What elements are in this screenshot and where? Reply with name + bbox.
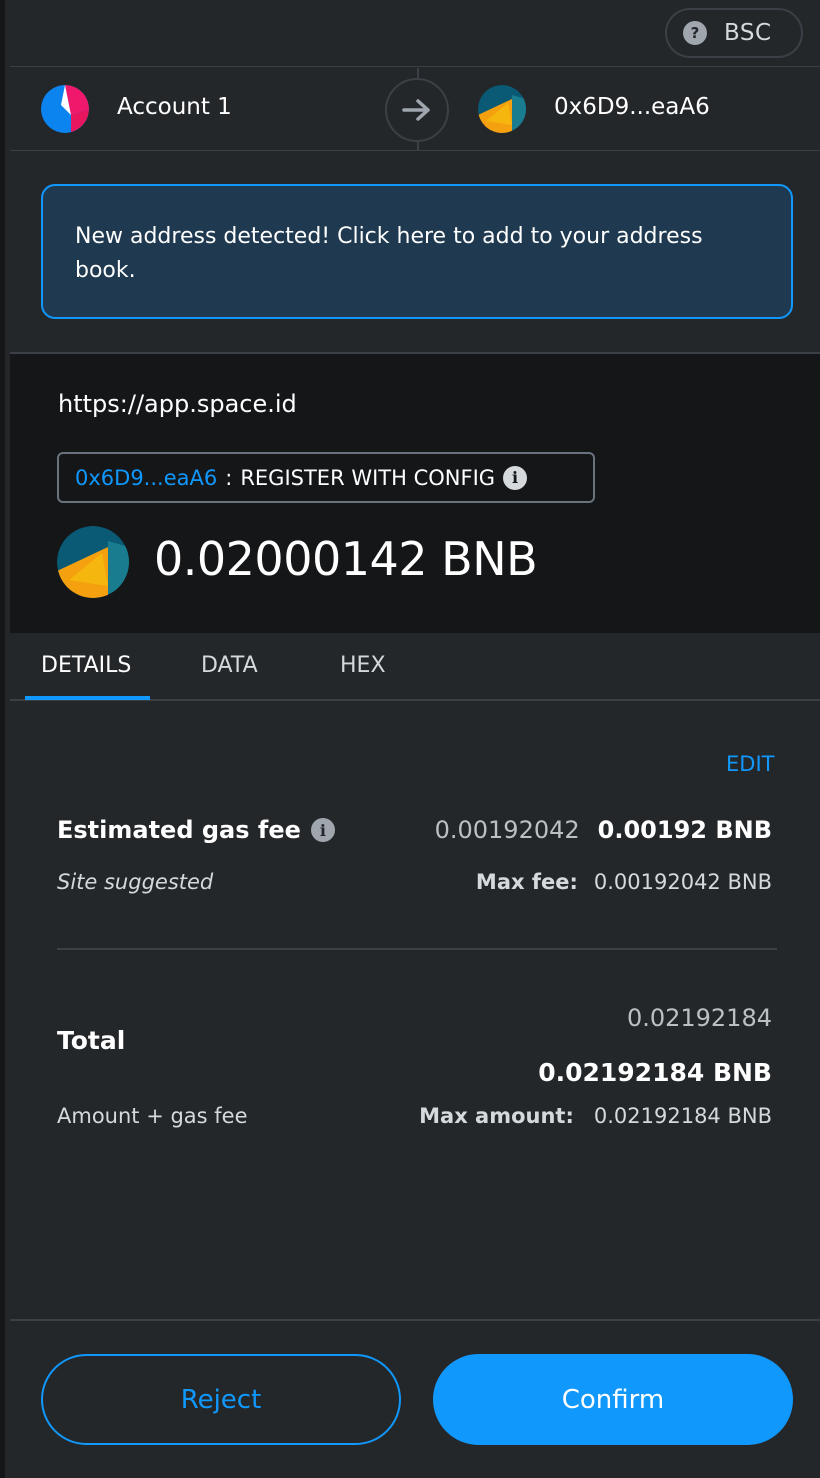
top-bar: ? BSC — [10, 0, 820, 67]
recipient-address[interactable]: 0x6D9...eaA6 — [554, 94, 710, 120]
tab-details[interactable]: DETAILS — [41, 653, 131, 678]
max-fee-label: Max fee: — [475, 870, 578, 894]
sender-avatar[interactable] — [41, 85, 89, 133]
sender-account-name[interactable]: Account 1 — [117, 94, 232, 120]
method-separator: : — [225, 465, 233, 490]
max-amount-row: Max amount: 0.02192184 BNB — [419, 1104, 772, 1128]
max-amount-value: 0.02192184 BNB — [593, 1104, 772, 1128]
help-icon: ? — [683, 21, 707, 45]
transaction-amount: 0.02000142 BNB — [154, 532, 538, 586]
total-primary: 0.02192184 BNB — [538, 1058, 772, 1087]
recipient-avatar[interactable] — [478, 85, 526, 133]
transaction-origin-section: https://app.space.id 0x6D9...eaA6 : REGI… — [10, 352, 820, 633]
confirmation-window: ? BSC Account 1 0x6D9...eaA6 New address… — [0, 0, 820, 1478]
gas-fee-secondary: 0.00192042 — [434, 816, 580, 844]
active-tab-indicator — [25, 696, 150, 700]
total-secondary: 0.02192184 — [626, 1004, 772, 1032]
contract-address-link[interactable]: 0x6D9...eaA6 — [75, 466, 217, 490]
method-name: REGISTER WITH CONFIG — [240, 465, 496, 490]
method-badge: 0x6D9...eaA6 : REGISTER WITH CONFIG i — [57, 452, 595, 503]
section-divider — [57, 948, 777, 950]
max-amount-label: Max amount: — [419, 1104, 574, 1128]
gas-fee-heading: Estimated gas fee i — [57, 816, 335, 844]
tab-data[interactable]: DATA — [201, 653, 258, 678]
sender-recipient-row: Account 1 0x6D9...eaA6 — [10, 68, 820, 151]
gas-fee-label: Estimated gas fee — [57, 816, 301, 844]
reject-button[interactable]: Reject — [41, 1354, 401, 1445]
gas-fee-values: 0.00192042 0.00192 BNB — [435, 816, 772, 844]
max-fee-value: 0.00192042 BNB — [593, 870, 772, 894]
tab-hex[interactable]: HEX — [340, 653, 386, 678]
network-selector[interactable]: ? BSC — [665, 8, 803, 58]
info-icon[interactable]: i — [310, 818, 335, 842]
new-address-banner[interactable]: New address detected! Click here to add … — [41, 184, 793, 319]
tab-bar: DETAILS DATA HEX — [10, 633, 820, 701]
token-avatar — [57, 526, 129, 598]
confirm-button[interactable]: Confirm — [433, 1354, 793, 1445]
arrow-right-icon — [385, 78, 449, 142]
edit-gas-link[interactable]: EDIT — [726, 752, 774, 776]
origin-url: https://app.space.id — [58, 390, 297, 418]
total-label: Total — [57, 1026, 126, 1055]
max-fee-row: Max fee: 0.00192042 BNB — [476, 870, 772, 894]
gas-fee-primary: 0.00192 BNB — [597, 816, 772, 844]
network-name: BSC — [724, 20, 772, 46]
total-subtitle: Amount + gas fee — [57, 1104, 248, 1128]
info-icon[interactable]: i — [503, 465, 528, 490]
site-suggested-label[interactable]: Site suggested — [57, 870, 213, 894]
footer-actions: Reject Confirm — [10, 1319, 820, 1478]
